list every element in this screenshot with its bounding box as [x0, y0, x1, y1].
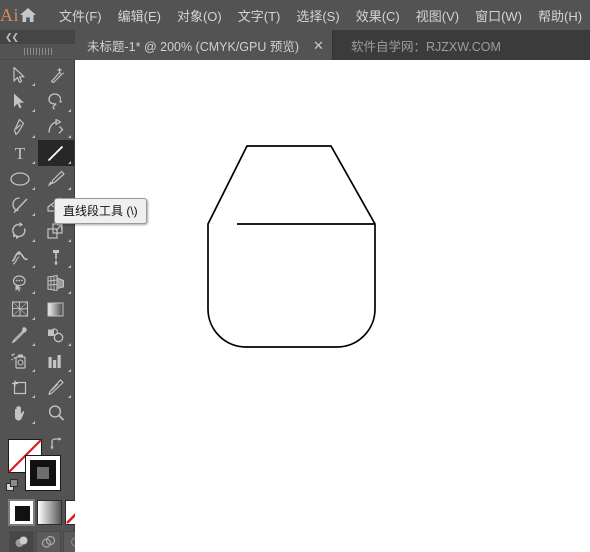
menu-type[interactable]: 文字(T): [230, 2, 289, 29]
artwork-svg: [207, 145, 376, 348]
grip-dots-icon: [23, 48, 52, 55]
tool-flyout-indicator: [31, 161, 35, 164]
tool-flyout-indicator: [67, 109, 71, 112]
menu-select[interactable]: 选择(S): [288, 2, 347, 29]
document-tab[interactable]: 未标题-1* @ 200% (CMYK/GPU 预览) ✕: [75, 30, 333, 60]
tools-panel: ❮❮ T 直线段工具 (\): [0, 30, 147, 552]
tool-flyout-indicator: [31, 343, 35, 346]
tool-tooltip: 直线段工具 (\): [54, 198, 147, 224]
bottle-outline-path[interactable]: [207, 145, 376, 348]
menu-effect[interactable]: 效果(C): [348, 2, 408, 29]
gradient-icon: [38, 501, 61, 524]
shaper-tool[interactable]: [2, 192, 38, 218]
menu-bar: Ai 文件(F) 编辑(E) 对象(O) 文字(T) 选择(S) 效果(C) 视…: [0, 0, 590, 30]
magic-wand-tool[interactable]: [38, 62, 74, 88]
default-fill-stroke-icon[interactable]: [6, 479, 19, 492]
paintbrush-tool[interactable]: [38, 166, 74, 192]
blend-tool[interactable]: [38, 322, 74, 348]
tool-flyout-indicator: [31, 83, 35, 86]
artboard-canvas[interactable]: [75, 60, 590, 552]
color-controls: [0, 435, 90, 552]
svg-text:T: T: [14, 144, 25, 162]
draw-behind-mode[interactable]: [36, 531, 61, 552]
tool-flyout-indicator: [67, 161, 71, 164]
line-segment-tool[interactable]: [37, 140, 74, 166]
tool-flyout-indicator: [67, 369, 71, 372]
document-tab-bar: 未标题-1* @ 200% (CMYK/GPU 预览) ✕ 软件自学网：RJZX…: [0, 30, 590, 60]
width-tool[interactable]: [2, 244, 38, 270]
eyedropper-tool[interactable]: [2, 322, 38, 348]
gradient-tool[interactable]: [38, 296, 74, 322]
color-mode-gradient[interactable]: [37, 500, 62, 525]
artboard-tool[interactable]: [2, 374, 38, 400]
mesh-tool[interactable]: [2, 296, 38, 322]
tool-flyout-indicator: [31, 265, 35, 268]
tools-panel-drag-handle[interactable]: [0, 44, 75, 60]
fill-stroke-swatches: [0, 435, 75, 497]
tool-flyout-indicator: [31, 369, 35, 372]
color-mode-solid[interactable]: [8, 499, 35, 526]
puppet-warp-tool[interactable]: [38, 244, 74, 270]
tool-flyout-indicator: [67, 239, 71, 242]
type-tool[interactable]: T: [2, 140, 38, 166]
rotate-tool[interactable]: [2, 218, 38, 244]
menu-item-list: 文件(F) 编辑(E) 对象(O) 文字(T) 选择(S) 效果(C) 视图(V…: [51, 2, 590, 29]
tool-flyout-indicator: [31, 395, 35, 398]
tool-flyout-indicator: [67, 135, 71, 138]
illustrator-window: Ai 文件(F) 编辑(E) 对象(O) 文字(T) 选择(S) 效果(C) 视…: [0, 0, 590, 552]
swap-fill-stroke-icon[interactable]: [49, 437, 64, 453]
tool-flyout-indicator: [67, 265, 71, 268]
direct-selection-tool[interactable]: [2, 88, 38, 114]
tool-flyout-indicator: [31, 187, 35, 190]
stroke-swatch-core: [37, 467, 49, 479]
pen-tool[interactable]: [2, 114, 38, 140]
menu-window[interactable]: 窗口(W): [467, 2, 530, 29]
slice-tool[interactable]: [38, 374, 74, 400]
column-graph-tool[interactable]: [38, 348, 74, 374]
tool-flyout-indicator: [31, 317, 35, 320]
menu-view[interactable]: 视图(V): [408, 2, 467, 29]
collapse-panel-icon[interactable]: ❮❮: [5, 32, 19, 42]
tools-panel-header[interactable]: ❮❮: [0, 30, 75, 44]
tool-flyout-indicator: [31, 135, 35, 138]
curvature-tool[interactable]: [38, 114, 74, 140]
menu-help[interactable]: 帮助(H): [530, 2, 590, 29]
watermark-text: 软件自学网：RJZXW.COM: [350, 39, 501, 54]
hand-tool[interactable]: [2, 400, 38, 426]
tool-flyout-indicator: [67, 291, 71, 294]
zoom-tool[interactable]: [38, 400, 74, 426]
tool-flyout-indicator: [31, 291, 35, 294]
perspective-grid-tool[interactable]: [38, 270, 74, 296]
stroke-swatch-inner: [30, 460, 56, 486]
shape-builder-tool[interactable]: [2, 270, 38, 296]
close-icon[interactable]: ✕: [313, 39, 324, 52]
menu-file[interactable]: 文件(F): [51, 2, 110, 29]
lasso-tool[interactable]: [38, 88, 74, 114]
tool-flyout-indicator: [31, 213, 35, 216]
tool-flyout-indicator: [67, 187, 71, 190]
tool-flyout-indicator: [31, 109, 35, 112]
draw-normal-mode[interactable]: [9, 531, 34, 552]
tool-flyout-indicator: [67, 395, 71, 398]
ellipse-tool[interactable]: [2, 166, 38, 192]
app-logo: Ai: [0, 4, 19, 25]
tool-flyout-indicator: [67, 343, 71, 346]
selection-tool[interactable]: [2, 62, 38, 88]
document-tab-label: 未标题-1* @ 200% (CMYK/GPU 预览): [87, 39, 300, 54]
solid-color-icon: [15, 506, 30, 521]
menu-object[interactable]: 对象(O): [169, 2, 230, 29]
tool-grid: T: [0, 60, 75, 426]
stroke-swatch[interactable]: [25, 455, 61, 491]
menu-edit[interactable]: 编辑(E): [110, 2, 169, 29]
tool-flyout-indicator: [31, 239, 35, 242]
tool-flyout-indicator: [31, 421, 35, 424]
symbol-sprayer-tool[interactable]: [2, 348, 38, 374]
home-icon[interactable]: [19, 0, 37, 30]
